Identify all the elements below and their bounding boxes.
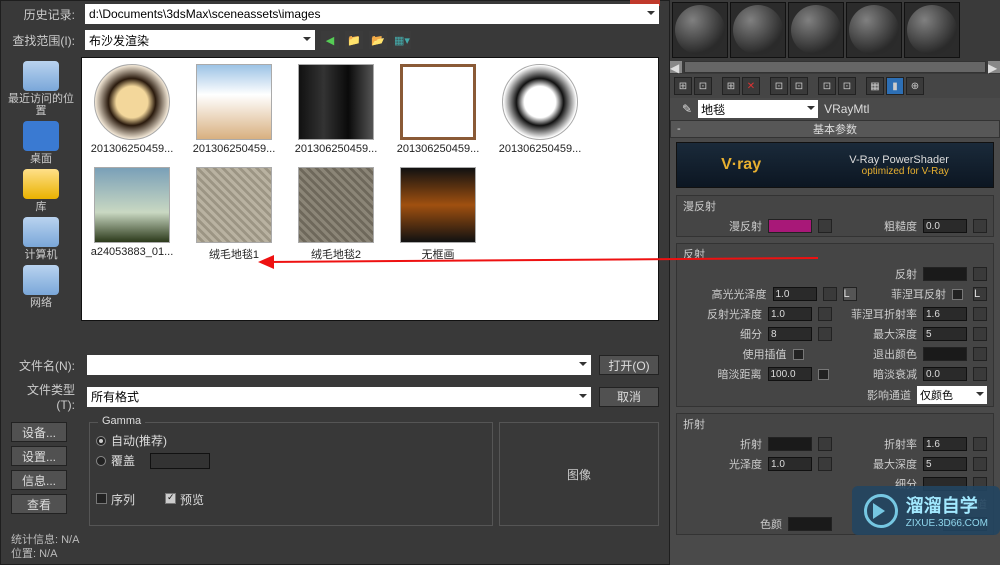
- get-material-icon[interactable]: ⊞: [674, 77, 692, 95]
- tool-icon[interactable]: ⊕: [906, 77, 924, 95]
- vray-banner: V·ray V-Ray PowerShaderoptimized for V-R…: [676, 142, 994, 188]
- place-network[interactable]: 网络: [5, 265, 77, 309]
- newfolder-icon[interactable]: 📂: [369, 31, 387, 49]
- roughness-map-button[interactable]: [973, 219, 987, 233]
- show-map-icon[interactable]: ▮: [886, 77, 904, 95]
- history-label: 历史记录:: [11, 6, 79, 23]
- tool-icon[interactable]: ⊡: [790, 77, 808, 95]
- file-item[interactable]: 201306250459...: [292, 64, 380, 155]
- device-button[interactable]: 设备...: [11, 422, 67, 442]
- material-slot[interactable]: [904, 2, 960, 58]
- diffuse-map-button[interactable]: [818, 219, 832, 233]
- view-button[interactable]: 查看: [11, 494, 67, 514]
- rollout-basic[interactable]: 基本参数: [670, 120, 1000, 138]
- place-recent[interactable]: 最近访问的位置: [5, 61, 77, 117]
- watermark: 溜溜自学 ZIXUE.3D66.COM: [852, 486, 1000, 535]
- file-item[interactable]: 201306250459...: [394, 64, 482, 155]
- assign-icon[interactable]: ⊞: [722, 77, 740, 95]
- tool-icon[interactable]: ⊡: [838, 77, 856, 95]
- history-combo[interactable]: d:\Documents\3dsMax\sceneassets\images: [85, 4, 659, 24]
- file-item[interactable]: a24053883_01...: [88, 167, 176, 262]
- tool-icon[interactable]: ⊡: [818, 77, 836, 95]
- tool-icon[interactable]: ⊡: [770, 77, 788, 95]
- vray-logo: V·ray: [721, 156, 761, 174]
- gamma-spinner[interactable]: [150, 453, 210, 469]
- place-desktop[interactable]: 桌面: [5, 121, 77, 165]
- material-slot[interactable]: [788, 2, 844, 58]
- file-item[interactable]: 201306250459...: [496, 64, 584, 155]
- up-icon[interactable]: 📁: [345, 31, 363, 49]
- cancel-button[interactable]: 取消: [599, 387, 659, 407]
- checker-icon[interactable]: ▦: [866, 77, 884, 95]
- lookin-combo[interactable]: 布沙发渲染: [85, 30, 315, 50]
- material-slot[interactable]: [672, 2, 728, 58]
- material-slot[interactable]: [846, 2, 902, 58]
- material-toolbar: ⊞ ⊡ ⊞ ✕ ⊡ ⊡ ⊡ ⊡ ▦ ▮ ⊕: [670, 74, 1000, 98]
- file-item[interactable]: 绒毛地毯1: [190, 167, 278, 262]
- file-item[interactable]: 201306250459...: [190, 64, 278, 155]
- places-bar: 最近访问的位置 桌面 库 计算机 网络: [5, 57, 77, 349]
- place-computer[interactable]: 计算机: [5, 217, 77, 261]
- affect-combo[interactable]: 仅颜色: [917, 386, 987, 404]
- file-item[interactable]: 绒毛地毯2: [292, 167, 380, 262]
- setup-button[interactable]: 设置...: [11, 446, 67, 466]
- diffuse-group: 漫反射 漫反射 粗糙度 0.0: [676, 195, 994, 237]
- back-icon[interactable]: ◀: [321, 31, 339, 49]
- roughness-spinner[interactable]: 0.0: [923, 219, 967, 233]
- filename-label: 文件名(N):: [11, 357, 79, 374]
- diffuse-swatch[interactable]: [768, 219, 812, 233]
- dropper-icon[interactable]: ✎: [682, 102, 692, 116]
- gamma-auto-radio[interactable]: 自动(推荐): [96, 432, 486, 449]
- material-name-input[interactable]: 地毯: [698, 100, 818, 118]
- info-button[interactable]: 信息...: [11, 470, 67, 490]
- open-button[interactable]: 打开(O): [599, 355, 659, 375]
- sequence-check[interactable]: 序列: [96, 491, 135, 508]
- play-icon: [864, 494, 898, 528]
- gamma-override-radio[interactable]: 覆盖: [96, 452, 486, 469]
- filetype-label: 文件类型(T):: [11, 381, 79, 412]
- material-type-label: VRayMtl: [824, 102, 869, 116]
- preview-box: 图像: [499, 422, 659, 526]
- filetype-combo[interactable]: 所有格式: [87, 387, 591, 407]
- views-icon[interactable]: ▦▾: [393, 31, 411, 49]
- filename-input[interactable]: [87, 355, 591, 375]
- material-slots[interactable]: [670, 0, 1000, 60]
- file-item[interactable]: 201306250459...: [88, 64, 176, 155]
- reflect-swatch[interactable]: [923, 267, 967, 281]
- gamma-group: Gamma 自动(推荐) 覆盖 序列 预览: [89, 422, 493, 526]
- place-library[interactable]: 库: [5, 169, 77, 213]
- put-to-scene-icon[interactable]: ⊡: [694, 77, 712, 95]
- file-list[interactable]: 201306250459... 201306250459... 20130625…: [81, 57, 659, 321]
- file-item[interactable]: 无框画: [394, 167, 482, 262]
- delete-icon[interactable]: ✕: [742, 77, 760, 95]
- preview-check[interactable]: 预览: [165, 491, 204, 508]
- lookin-label: 查找范围(I):: [11, 32, 79, 49]
- status-area: 统计信息: N/A 位置: N/A: [1, 530, 669, 564]
- slot-scroll-h[interactable]: ◀▶: [670, 60, 1000, 74]
- gamma-title: Gamma: [98, 415, 145, 427]
- material-slot[interactable]: [730, 2, 786, 58]
- slot-scroll-v[interactable]: [962, 2, 976, 58]
- reflect-group: 反射 反射 高光光泽度1.0L菲涅耳反射L 反射光泽度1.0菲涅耳折射率1.6 …: [676, 243, 994, 407]
